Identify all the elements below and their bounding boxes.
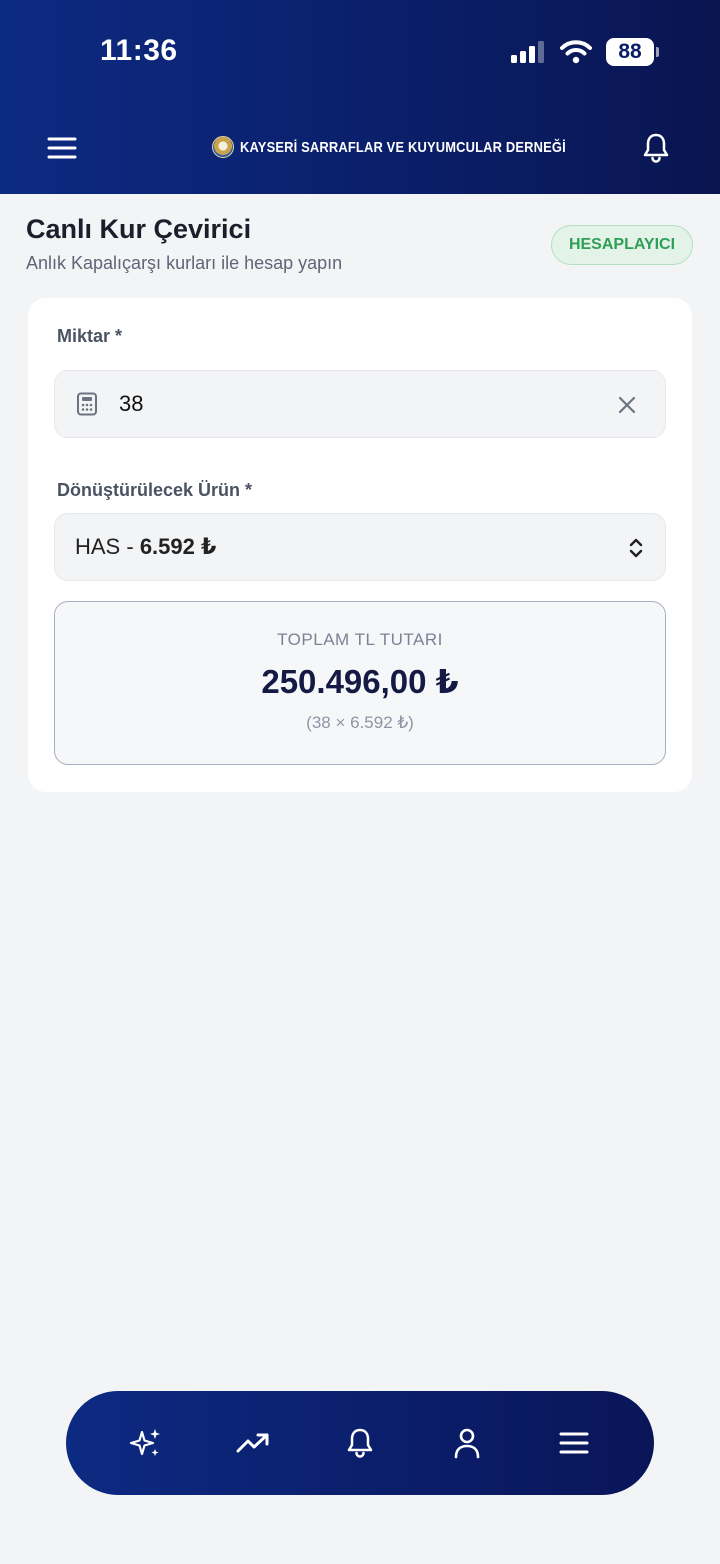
calculator-badge: HESAPLAYICI xyxy=(551,225,693,265)
product-label: Dönüştürülecek Ürün * xyxy=(57,480,253,500)
result-value: 250.496,00 ₺ xyxy=(261,663,459,700)
bell-icon xyxy=(643,133,669,163)
amount-input[interactable]: 38 xyxy=(54,370,666,438)
close-icon xyxy=(618,396,636,414)
product-separator: - xyxy=(120,534,140,559)
product-price: 6.592 ₺ xyxy=(139,534,217,559)
status-indicators: 88 xyxy=(510,38,659,66)
nav-item-alerts[interactable] xyxy=(336,1419,384,1467)
product-selected-value: HAS - 6.592 ₺ xyxy=(75,534,216,560)
product-select[interactable]: HAS - 6.592 ₺ xyxy=(54,513,666,581)
bell-icon xyxy=(347,1428,373,1458)
menu-button[interactable] xyxy=(44,130,80,166)
signal-icon xyxy=(511,41,544,63)
trending-up-icon xyxy=(236,1433,269,1453)
app-header: 11:36 88 KAYSERİ SARRAFLAR VE KUYUMCULAR… xyxy=(0,0,720,194)
nav-item-sparkles[interactable] xyxy=(122,1419,170,1467)
notifications-button[interactable] xyxy=(636,128,676,168)
sparkles-icon xyxy=(129,1429,160,1456)
status-time: 11:36 xyxy=(100,34,178,67)
brand-name: KAYSERİ SARRAFLAR VE KUYUMCULAR DERNEĞİ xyxy=(240,138,566,156)
converter-card: Miktar * 38 Dönüştürülecek Ürün * HAS - … xyxy=(28,298,692,792)
brand: KAYSERİ SARRAFLAR VE KUYUMCULAR DERNEĞİ xyxy=(212,136,619,158)
result-formula: (38 × 6.592 ₺) xyxy=(306,713,414,732)
battery-indicator: 88 xyxy=(606,38,659,66)
chevron-up-down-icon xyxy=(629,538,643,558)
nav-item-profile[interactable] xyxy=(443,1419,491,1467)
amount-value[interactable]: 38 xyxy=(119,391,143,417)
wifi-icon xyxy=(560,40,592,64)
page-title: Canlı Kur Çevirici xyxy=(26,214,252,244)
user-icon xyxy=(454,1428,480,1459)
hamburger-icon xyxy=(47,137,77,159)
nav-item-menu[interactable] xyxy=(550,1419,598,1467)
menu-icon xyxy=(559,1432,589,1454)
nav-item-trending[interactable] xyxy=(229,1419,277,1467)
calculator-icon xyxy=(75,392,99,416)
bottom-navigation xyxy=(66,1391,654,1495)
product-name: HAS xyxy=(75,534,121,559)
result-title: TOPLAM TL TUTARI xyxy=(277,630,443,649)
clear-button[interactable] xyxy=(615,393,639,417)
result-box: TOPLAM TL TUTARI 250.496,00 ₺ (38 × 6.59… xyxy=(54,601,666,765)
brand-logo xyxy=(212,136,234,158)
amount-label: Miktar * xyxy=(57,326,123,346)
page-subtitle: Anlık Kapalıçarşı kurları ile hesap yapı… xyxy=(26,253,343,273)
